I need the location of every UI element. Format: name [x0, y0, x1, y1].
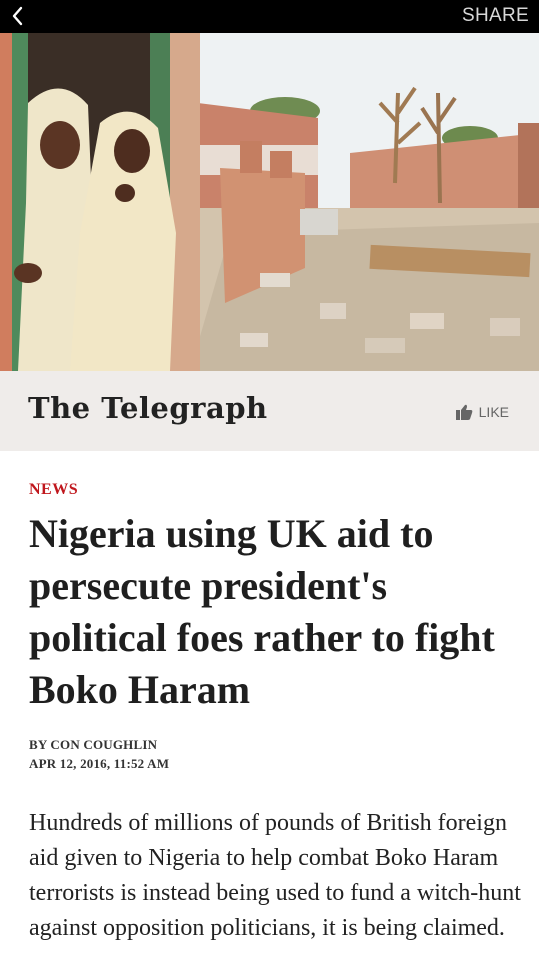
top-bar: SHARE — [0, 0, 539, 33]
share-button[interactable]: SHARE — [462, 5, 529, 27]
chevron-left-icon — [12, 6, 23, 26]
author-byline: BY CON COUGHLIN — [29, 737, 158, 752]
hero-image — [0, 33, 539, 371]
masthead: The Telegraph LIKE — [0, 371, 539, 451]
article-body: Hundreds of millions of pounds of Britis… — [29, 810, 521, 941]
back-button[interactable] — [6, 3, 30, 29]
publish-date: APR 12, 2016, 11:52 AM — [29, 756, 170, 771]
thumbs-up-icon — [455, 404, 472, 420]
byline-block: BY CON COUGHLIN APR 12, 2016, 11:52 AM — [29, 735, 169, 773]
like-label: LIKE — [478, 404, 509, 420]
section-label[interactable]: NEWS — [29, 481, 78, 499]
like-button[interactable]: LIKE — [455, 404, 509, 420]
article-headline: Nigeria using UK aid to persecute presid… — [29, 511, 495, 712]
telegraph-logo[interactable]: The Telegraph — [28, 391, 268, 425]
